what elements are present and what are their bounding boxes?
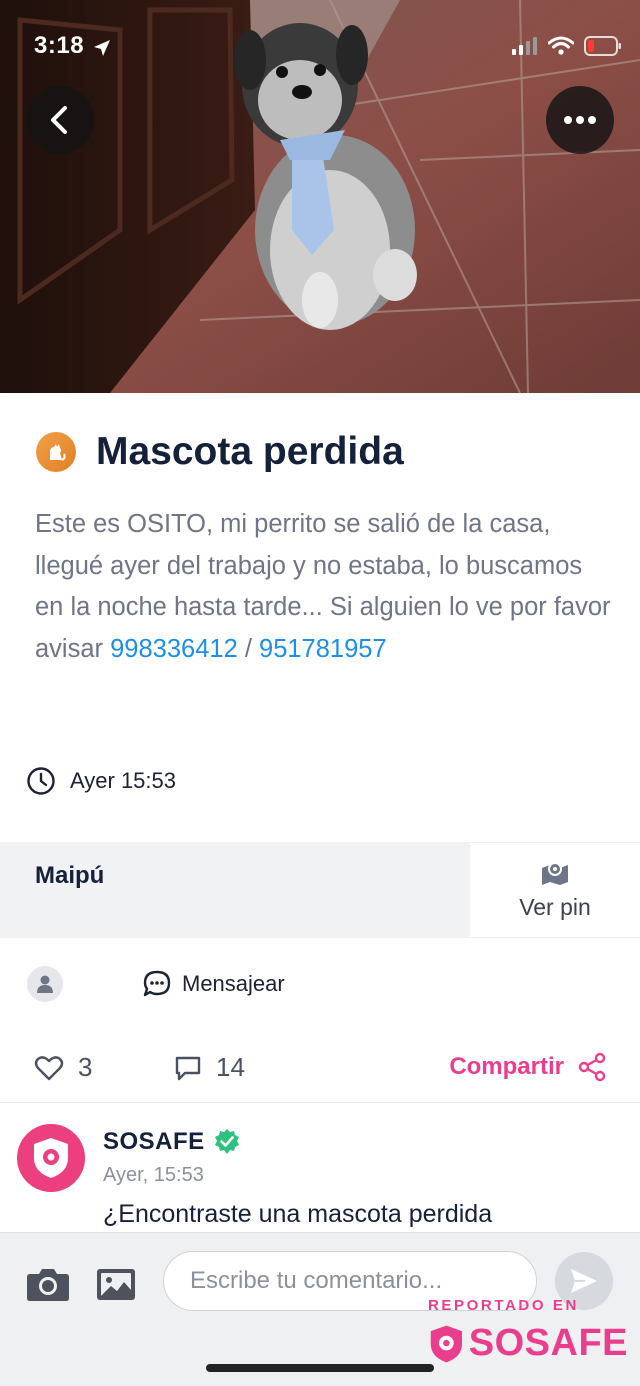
camera-icon: [27, 1269, 69, 1301]
comment-composer: REPORTADO EN SOSAFE: [0, 1232, 640, 1386]
battery-icon: [584, 36, 621, 56]
gallery-button[interactable]: [96, 1266, 136, 1307]
home-indicator: [206, 1364, 434, 1372]
share-icon: [578, 1052, 606, 1082]
shield-logo-icon: [430, 1325, 462, 1362]
send-icon: [571, 1269, 597, 1293]
image-icon: [97, 1269, 135, 1300]
verified-badge-icon: [214, 1129, 239, 1154]
sosafe-watermark: REPORTADO EN SOSAFE: [428, 1297, 628, 1365]
camera-button[interactable]: [26, 1266, 70, 1307]
phone-link-1[interactable]: 998336412: [110, 635, 238, 663]
phone-link-2[interactable]: 951781957: [259, 635, 387, 663]
shield-logo-icon: [34, 1138, 68, 1178]
watermark-brand: SOSAFE: [428, 1322, 628, 1365]
wifi-icon: [548, 36, 574, 55]
location-name: Maipú: [0, 842, 470, 938]
like-count: 3: [78, 1052, 93, 1082]
comments-button[interactable]: 14: [174, 1052, 245, 1083]
status-time: 3:18: [34, 32, 85, 59]
view-pin-label: Ver pin: [519, 893, 591, 920]
chevron-left-icon: [51, 106, 67, 134]
watermark-caption: REPORTADO EN: [428, 1297, 579, 1314]
location-section: Maipú Ver pin: [0, 842, 640, 938]
ellipsis-icon: [564, 116, 596, 124]
post-time: Ayer 15:53: [26, 766, 176, 796]
author-avatar[interactable]: [27, 966, 63, 1002]
comment-count: 14: [216, 1052, 245, 1082]
post-title: Mascota perdida: [96, 430, 404, 473]
location-arrow-icon: [94, 40, 110, 56]
post-timestamp: Ayer 15:53: [70, 768, 177, 793]
message-button[interactable]: Mensajear: [142, 969, 285, 999]
share-button[interactable]: Compartir: [449, 1052, 606, 1082]
signal-icon: [512, 37, 537, 55]
back-button[interactable]: [26, 86, 94, 154]
comment-time: Ayer, 15:53: [103, 1164, 204, 1186]
like-button[interactable]: 3: [34, 1052, 92, 1083]
map-pin-icon: [542, 861, 568, 885]
comment-text: ¿Encontraste una mascota perdida: [103, 1200, 493, 1228]
post-header: Mascota perdida: [36, 430, 404, 474]
view-pin-button[interactable]: Ver pin: [470, 842, 640, 938]
comment-author-row: SOSAFE: [103, 1128, 241, 1156]
message-label: Mensajear: [182, 971, 285, 996]
user-icon: [37, 975, 53, 993]
status-bar: 3:18: [0, 0, 640, 90]
post-description: Este es OSITO, mi perrito se salió de la…: [35, 504, 615, 670]
phone-separator: /: [237, 634, 260, 663]
heart-icon: [34, 1055, 64, 1080]
chat-bubble-icon: [143, 970, 171, 997]
status-indicators: [512, 36, 622, 56]
watermark-brand-text: SOSAFE: [468, 1322, 628, 1364]
post-actions: 3 14 Compartir: [0, 1048, 640, 1088]
pet-category-icon: [36, 432, 76, 472]
sosafe-avatar[interactable]: [17, 1124, 85, 1192]
comment-icon: [175, 1056, 201, 1080]
more-options-button[interactable]: [546, 86, 614, 154]
author-row: Mensajear: [0, 966, 640, 1006]
divider: [0, 1102, 640, 1103]
comment-item: SOSAFE Ayer, 15:53 ¿Encontraste una masc…: [0, 1120, 640, 1232]
comment-author[interactable]: SOSAFE: [103, 1128, 205, 1156]
share-label: Compartir: [449, 1053, 564, 1080]
clock-icon: [27, 767, 55, 795]
cat-icon: [50, 444, 66, 461]
